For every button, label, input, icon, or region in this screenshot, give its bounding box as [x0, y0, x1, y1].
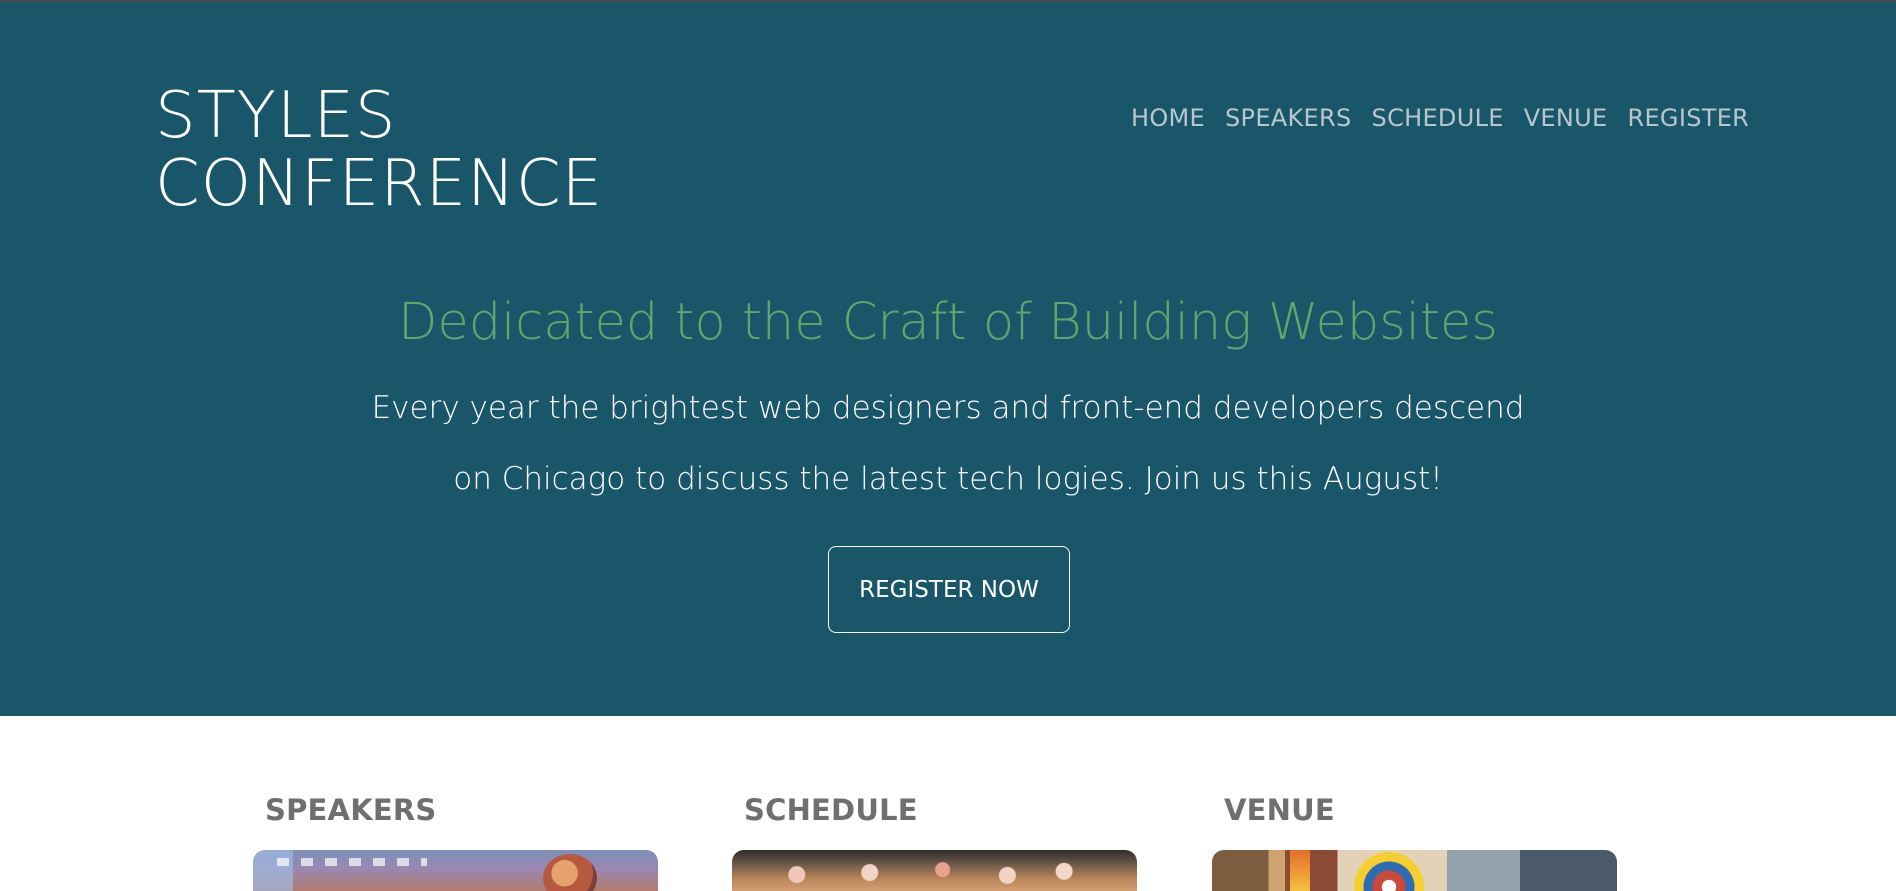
logo-line-conference: CONFERENCE [155, 147, 604, 221]
nav-venue-link[interactable]: VENUE [1524, 104, 1608, 132]
audience-photo[interactable] [732, 850, 1137, 891]
nav-register-link[interactable]: REGISTER [1627, 104, 1749, 132]
speakers-title: SPEAKERS [265, 793, 437, 827]
hero-headline: Dedicated to the Craft of Building Websi… [398, 293, 1498, 352]
nav-schedule-link[interactable]: SCHEDULE [1372, 104, 1504, 132]
logo-line-styles: STYLES [155, 79, 397, 153]
venue-photo[interactable] [1212, 850, 1617, 891]
hero-section: STYLES CONFERENCE HOME SPEAKERS SCHEDULE… [0, 2, 1896, 716]
nav-home-link[interactable]: HOME [1131, 104, 1205, 132]
primary-navigation: HOME SPEAKERS SCHEDULE VENUE REGISTER [1131, 104, 1749, 132]
hero-intro-text: Every year the brightest web designers a… [371, 390, 1525, 497]
schedule-title: SCHEDULE [744, 793, 918, 827]
site-logo[interactable]: STYLES CONFERENCE [155, 82, 603, 218]
register-now-button[interactable]: REGISTER NOW [828, 546, 1070, 633]
nav-speakers-link[interactable]: SPEAKERS [1225, 104, 1352, 132]
venue-title: VENUE [1224, 793, 1335, 827]
speaker-photo[interactable] [253, 850, 658, 891]
